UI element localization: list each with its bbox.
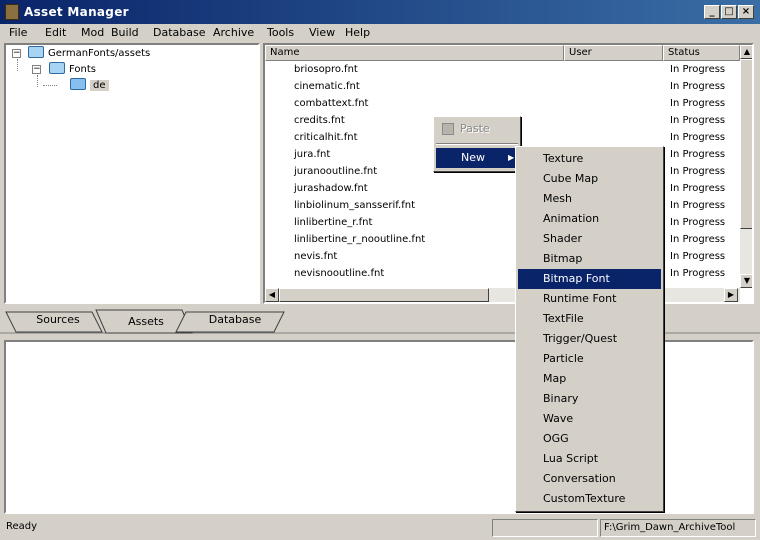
window-title: Asset Manager [24,5,129,19]
collapse-icon[interactable]: − [12,49,21,58]
submenu-arrow-icon: ▶ [508,153,515,162]
asset-list[interactable]: Name User Status briosopro.fnt In Progres… [263,43,754,304]
menu-tools[interactable]: Tools [267,26,294,39]
list-item[interactable]: jurashadow.fnt In Progress [265,181,740,198]
scroll-up-icon[interactable]: ▲ [740,45,752,59]
submenu-item-ogg[interactable]: OGG [518,429,661,449]
tree-item-de[interactable]: de [70,78,109,93]
menu-edit[interactable]: Edit [45,26,66,39]
menu-build[interactable]: Build [111,26,139,39]
tab-sources[interactable]: Sources [22,310,94,332]
submenu-item-runtime-font[interactable]: Runtime Font [518,289,661,309]
submenu-item-wave[interactable]: Wave [518,409,661,429]
scroll-left-icon[interactable]: ◀ [265,288,279,302]
tab-database[interactable]: Database [196,310,274,332]
column-header-user[interactable]: User [564,45,663,61]
menu-mod[interactable]: Mod [81,26,104,39]
folder-icon [28,46,44,58]
tab-assets[interactable]: Assets [110,312,182,334]
submenu-item-binary[interactable]: Binary [518,389,661,409]
column-header-name[interactable]: Name [265,45,564,61]
menu-view[interactable]: View [309,26,335,39]
list-item[interactable]: cinematic.fnt In Progress [265,79,740,96]
title-bar[interactable]: Asset Manager _ □ × [0,0,760,24]
submenu-item-textfile[interactable]: TextFile [518,309,661,329]
tree-label: Fonts [69,64,96,75]
hscroll-thumb[interactable] [279,288,489,302]
menu-separator [436,143,518,145]
submenu-item-trigger-quest[interactable]: Trigger/Quest [518,329,661,349]
scroll-down-icon[interactable]: ▼ [740,274,752,288]
submenu-item-bitmap-font[interactable]: Bitmap Font [518,269,661,289]
tree-label: GermanFonts/assets [48,48,151,59]
submenu-item-customtexture[interactable]: CustomTexture [518,489,661,509]
submenu-item-particle[interactable]: Particle [518,349,661,369]
paste-icon [442,123,454,135]
list-item[interactable]: linbiolinum_sansserif.fnt In Progress [265,198,740,215]
list-item[interactable]: nevisnooutline.fnt In Progress [265,266,740,283]
minimize-button[interactable]: _ [704,5,720,19]
list-item[interactable]: nevis.fnt In Progress [265,249,740,266]
submenu-item-conversation[interactable]: Conversation [518,469,661,489]
list-item[interactable]: linlibertine_r.fnt In Progress [265,215,740,232]
tree-item-fonts[interactable]: Fonts [49,62,96,77]
list-item[interactable]: combattext.fnt In Progress [265,96,740,113]
menu-bar: File Edit Mod Build Database Archive Too… [0,24,760,42]
context-menu: Paste New ▶ [433,116,521,172]
menu-database[interactable]: Database [153,26,206,39]
status-path: F:\Grim_Dawn_ArchiveTool [600,519,756,537]
collapse-icon[interactable]: − [32,65,41,74]
folder-tree[interactable]: − GermanFonts/assets − Fonts de [4,43,260,304]
list-item[interactable]: linlibertine_r_nooutline.fnt In Progress [265,232,740,249]
submenu-item-shader[interactable]: Shader [518,229,661,249]
horizontal-scrollbar[interactable]: ◀ ▶ [265,288,740,302]
submenu-item-map[interactable]: Map [518,369,661,389]
status-text: Ready [6,521,38,532]
paste-menu-item: Paste [436,119,518,139]
status-bar: Ready F:\Grim_Dawn_ArchiveTool [0,516,760,540]
tree-item-root[interactable]: GermanFonts/assets [28,46,151,61]
menu-archive[interactable]: Archive [213,26,254,39]
menu-help[interactable]: Help [345,26,370,39]
status-progress [492,519,598,537]
list-item[interactable]: briosopro.fnt In Progress [265,62,740,79]
submenu-item-bitmap[interactable]: Bitmap [518,249,661,269]
folder-icon [49,62,65,74]
close-button[interactable]: × [738,5,754,19]
menu-file[interactable]: File [9,26,27,39]
open-folder-icon [70,78,86,90]
submenu-item-animation[interactable]: Animation [518,209,661,229]
submenu-item-texture[interactable]: Texture [518,149,661,169]
maximize-button[interactable]: □ [721,5,737,19]
tree-label: de [90,80,109,91]
app-icon [5,4,19,20]
submenu-item-mesh[interactable]: Mesh [518,189,661,209]
scroll-right-icon[interactable]: ▶ [724,288,738,302]
new-submenu: Texture Cube Map Mesh Animation Shader B… [515,146,664,512]
submenu-item-lua-script[interactable]: Lua Script [518,449,661,469]
column-header-status[interactable]: Status [663,45,740,61]
new-menu-item[interactable]: New ▶ [436,148,518,168]
vertical-scrollbar[interactable]: ▲ ▼ [740,45,752,288]
scroll-thumb[interactable] [740,59,752,229]
submenu-item-cube-map[interactable]: Cube Map [518,169,661,189]
